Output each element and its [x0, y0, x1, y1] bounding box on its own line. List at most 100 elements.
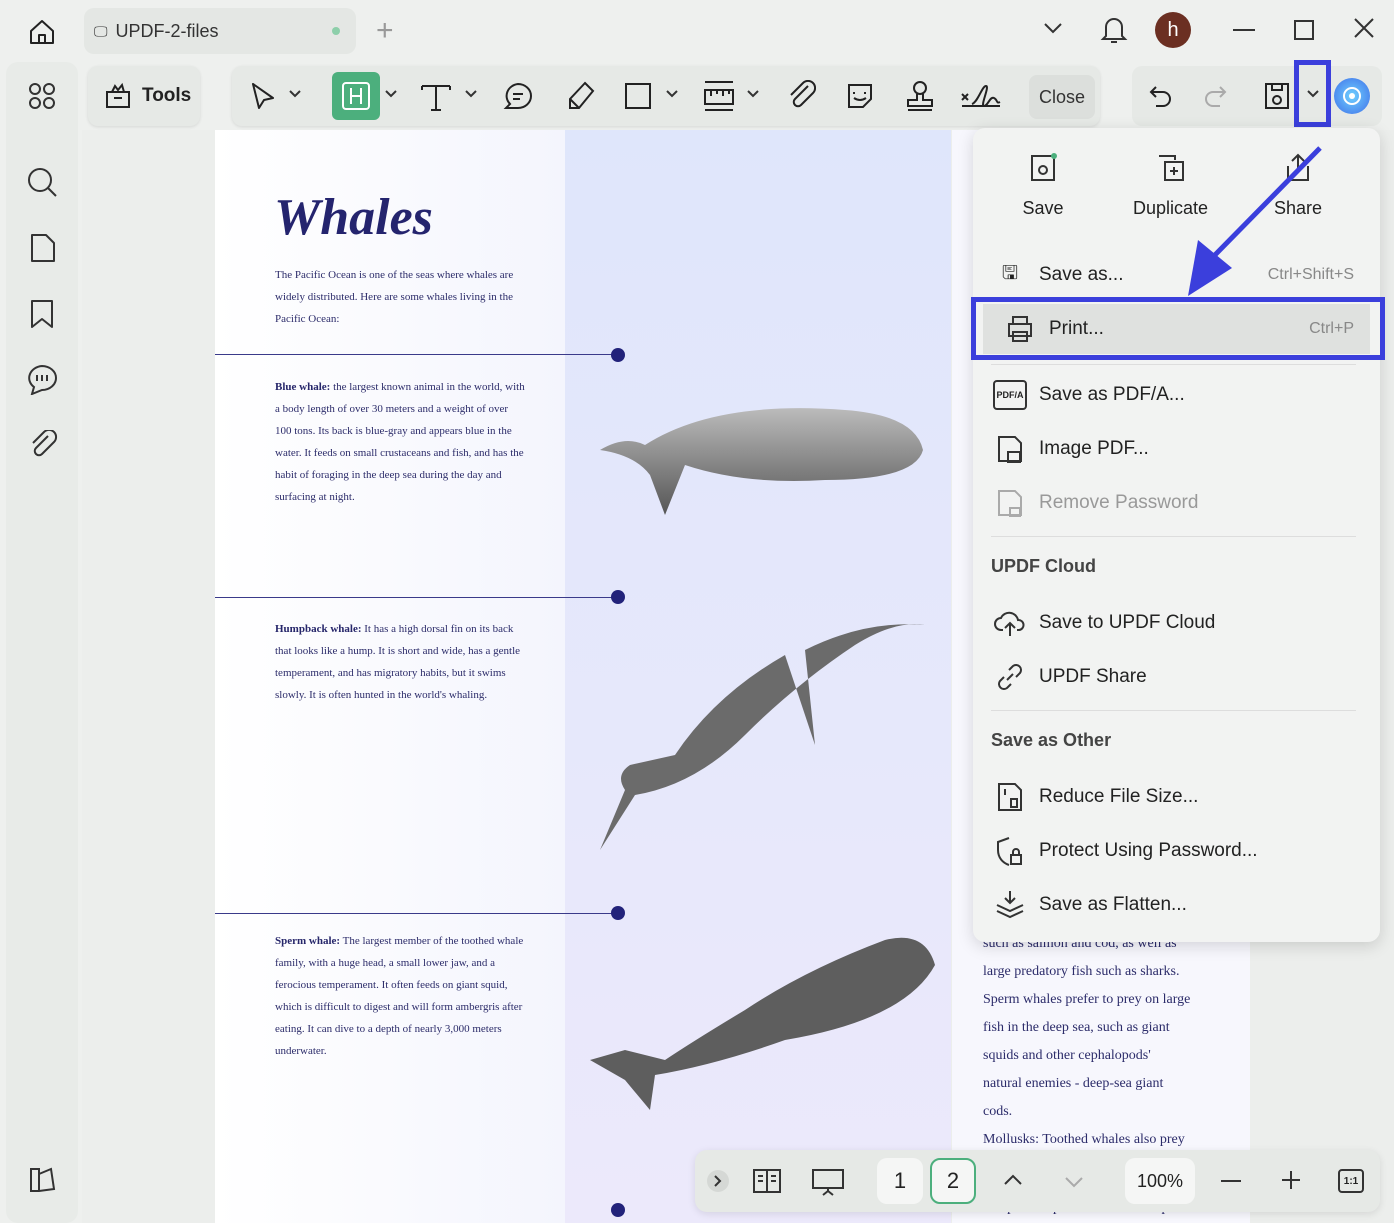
reduce-label: Reduce File Size...: [1039, 786, 1199, 807]
select-tool-icon[interactable]: [250, 82, 276, 110]
unsaved-dot: [332, 27, 340, 35]
redo-icon[interactable]: [1202, 84, 1228, 108]
text-line: squids and other cephalopods': [983, 1048, 1151, 1063]
menu-separator: [991, 710, 1356, 711]
previous-page-icon[interactable]: [1003, 1174, 1023, 1186]
monitor-icon: 🖵: [94, 22, 108, 39]
document-tab[interactable]: 🖵 UPDF-2-files: [84, 8, 356, 54]
bookmark-icon[interactable]: [30, 299, 54, 329]
rectangle-tool-icon[interactable]: [625, 83, 651, 109]
save-as-icon: 🖫: [1001, 263, 1019, 284]
divider: [215, 354, 619, 355]
menu-remove-password[interactable]: Remove Password: [973, 478, 1380, 528]
menu-image-pdf[interactable]: Image PDF...: [973, 424, 1380, 474]
signature-icon[interactable]: [960, 82, 1002, 110]
compress-icon: [993, 781, 1027, 813]
menu-reduce-file-size[interactable]: Reduce File Size...: [973, 772, 1380, 822]
menu-save-to-cloud[interactable]: Save to UPDF Cloud: [973, 598, 1380, 648]
apps-grid-icon[interactable]: [28, 82, 56, 110]
zoom-level[interactable]: 100%: [1125, 1158, 1195, 1204]
section-name: Humpback whale:: [275, 623, 362, 635]
page-2-button[interactable]: 2: [930, 1158, 976, 1204]
timeline-dot: [611, 1203, 625, 1217]
highlight-dropdown[interactable]: [385, 90, 397, 98]
ai-assistant-icon[interactable]: [1334, 78, 1370, 114]
page-1-button[interactable]: 1: [877, 1158, 923, 1204]
text-line: Sperm whales prefer to prey on large: [983, 992, 1191, 1007]
save-options-dropdown[interactable]: [1294, 60, 1331, 127]
annotation-arrow: [1188, 146, 1322, 296]
text-line: cods.: [983, 1104, 1013, 1119]
chevron-down-icon[interactable]: [1042, 20, 1064, 36]
zoom-in-icon[interactable]: [1281, 1170, 1301, 1190]
measure-dropdown[interactable]: [747, 90, 759, 98]
save-as-label: Save as...: [1039, 264, 1124, 285]
home-button[interactable]: [22, 12, 62, 52]
save-icon[interactable]: [1263, 81, 1291, 111]
actual-size-button[interactable]: 1:1: [1338, 1169, 1364, 1193]
page-navigation-bar: 1 2 100% 1:1: [695, 1150, 1380, 1212]
stamp-icon[interactable]: [905, 80, 935, 112]
select-dropdown[interactable]: [289, 90, 301, 98]
tools-button[interactable]: Tools: [88, 66, 200, 126]
save-label: Save: [1022, 198, 1064, 218]
comment-tool-icon[interactable]: [502, 82, 534, 112]
search-icon[interactable]: [26, 166, 58, 198]
sperm-whale-image: [590, 937, 935, 1110]
text-line: natural enemies - deep-sea giant: [983, 1076, 1164, 1091]
timeline-dot: [611, 906, 625, 920]
unlock-icon: [993, 488, 1027, 518]
section-text: the largest known animal in the world, w…: [275, 381, 525, 503]
measure-tool-icon[interactable]: [703, 80, 735, 112]
updf-share-label: UPDF Share: [1039, 666, 1147, 687]
section-name: Sperm whale:: [275, 935, 341, 947]
minimize-button[interactable]: [1233, 29, 1255, 31]
menu-separator: [991, 536, 1356, 537]
sperm-whale-paragraph: Sperm whale: The largest member of the t…: [275, 930, 525, 1062]
highlight-tool-button[interactable]: [332, 72, 380, 120]
cloud-section-header: UPDF Cloud: [991, 556, 1096, 576]
menu-updf-share[interactable]: UPDF Share: [973, 652, 1380, 702]
undo-icon[interactable]: [1148, 84, 1174, 108]
menu-save-pdfa[interactable]: PDF/A Save as PDF/A...: [973, 370, 1380, 420]
shape-dropdown[interactable]: [666, 90, 678, 98]
reading-mode-icon[interactable]: [752, 1168, 782, 1194]
save-icon: [1031, 153, 1057, 181]
section-name: Blue whale:: [275, 381, 331, 393]
blue-whale-image: [600, 408, 923, 515]
menu-protect-password[interactable]: Protect Using Password...: [973, 826, 1380, 876]
attachment-icon[interactable]: [28, 430, 58, 462]
divider: [215, 913, 619, 914]
page-thumbnail-icon[interactable]: [30, 233, 56, 263]
expand-icon[interactable]: [707, 1170, 729, 1192]
section-text: The largest member of the toothed whale …: [275, 935, 524, 1057]
save-cloud-label: Save to UPDF Cloud: [1039, 612, 1216, 633]
text-line: fish in the deep sea, such as giant: [983, 1020, 1170, 1035]
text-line: large predatory fish such as sharks.: [983, 964, 1180, 979]
sticker-icon[interactable]: [845, 81, 875, 111]
next-page-icon[interactable]: [1064, 1176, 1084, 1188]
remove-password-label: Remove Password: [1039, 492, 1199, 513]
comments-icon[interactable]: [25, 363, 59, 395]
new-tab-button[interactable]: +: [376, 14, 394, 48]
attach-file-icon[interactable]: [786, 80, 816, 112]
humpback-whale-image: [600, 624, 925, 850]
text-dropdown[interactable]: [465, 90, 477, 98]
menu-save-button[interactable]: Save: [993, 152, 1093, 219]
close-window-button[interactable]: [1352, 16, 1376, 40]
image-pdf-label: Image PDF...: [1039, 438, 1149, 459]
menu-separator: [991, 364, 1356, 365]
text-tool-icon[interactable]: [420, 82, 452, 112]
zoom-out-icon[interactable]: [1221, 1180, 1241, 1182]
avatar[interactable]: h: [1155, 12, 1191, 48]
presentation-icon[interactable]: [811, 1167, 845, 1197]
pencil-tool-icon[interactable]: [565, 80, 595, 112]
divider: [215, 597, 619, 598]
bell-icon[interactable]: [1100, 14, 1128, 46]
menu-save-flatten[interactable]: Save as Flatten...: [973, 880, 1380, 930]
image-pdf-icon: [993, 434, 1027, 464]
maximize-button[interactable]: [1294, 20, 1314, 40]
layers-icon[interactable]: [28, 1166, 56, 1194]
flatten-icon: [993, 889, 1027, 921]
close-toolbar-button[interactable]: Close: [1029, 75, 1095, 119]
